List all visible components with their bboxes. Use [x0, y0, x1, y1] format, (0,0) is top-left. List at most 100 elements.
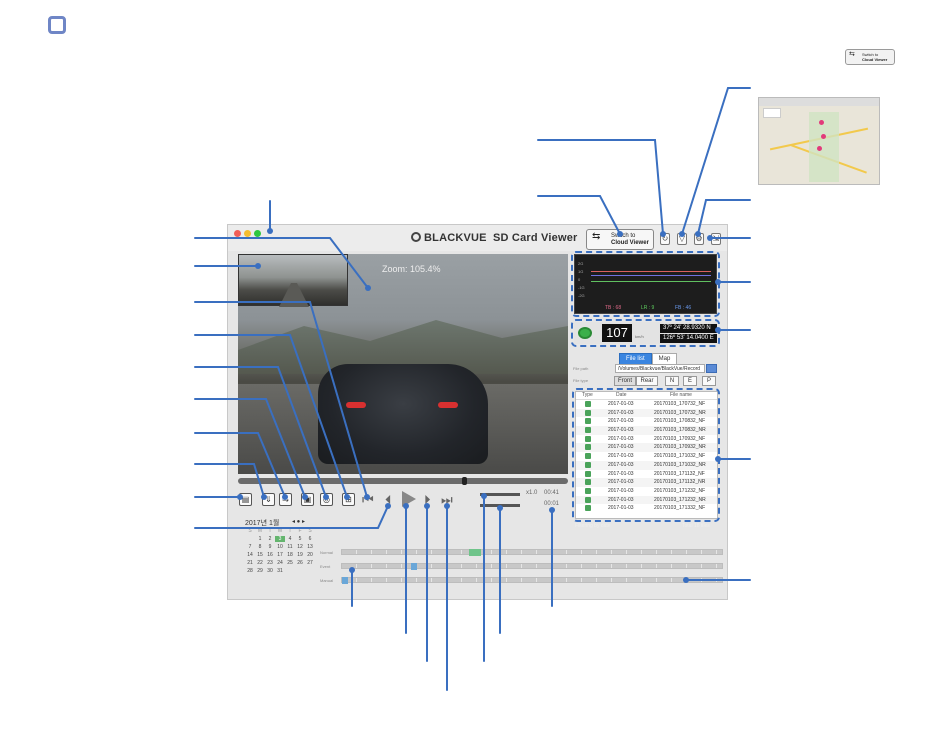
total-files-text: Total 18 files — [682, 523, 710, 529]
calendar-day — [245, 536, 255, 542]
volume-slider[interactable] — [480, 504, 520, 507]
calendar-day[interactable]: 11 — [285, 544, 295, 550]
sd-card-viewer-window: BLACKVUE SD Card Viewer ⇆ Switch to Clou… — [227, 224, 728, 600]
speed-value: x1.0 — [526, 490, 538, 496]
calendar-day[interactable]: 30 — [265, 568, 275, 574]
seek-bar[interactable] — [238, 478, 568, 484]
skip-forward-icon[interactable]: ⏭ — [441, 493, 453, 507]
calendar-day[interactable]: 10 — [275, 544, 285, 550]
timeline-selected-segment[interactable] — [469, 549, 481, 556]
calendar-day[interactable]: 3 — [275, 536, 285, 542]
calendar-weekday: M — [257, 528, 263, 534]
calendar-title: 2017년 1월 — [245, 520, 280, 527]
time-current: 00:41 — [544, 490, 560, 496]
calendar-day[interactable]: 5 — [295, 536, 305, 542]
switch-arrows-icon: ⇆ — [592, 231, 601, 242]
file-list-highlight — [572, 388, 720, 522]
calendar-day[interactable]: 13 — [305, 544, 315, 550]
calendar-day[interactable]: 20 — [305, 552, 315, 558]
filter-by-date-checkbox[interactable]: Filtering by date — [575, 523, 611, 529]
calendar-day[interactable]: 17 — [275, 552, 285, 558]
timeline-manual-marker[interactable] — [342, 577, 348, 584]
seek-handle[interactable] — [462, 477, 467, 485]
save-icon[interactable]: ⇓ — [262, 493, 275, 506]
calendar-day[interactable]: 8 — [255, 544, 265, 550]
calendar-day[interactable]: 31 — [275, 568, 285, 574]
refresh-icon[interactable]: ↻ — [660, 233, 670, 245]
calendar-day[interactable]: 14 — [245, 552, 255, 558]
calendar-day[interactable]: 29 — [255, 568, 265, 574]
print-icon[interactable]: ▣ — [301, 493, 314, 506]
calendar-nav[interactable]: ◂ ● ▸ — [292, 518, 305, 525]
calendar-day[interactable]: 1 — [255, 536, 265, 542]
calendar-day[interactable]: 24 — [275, 560, 285, 566]
capture-icon[interactable]: ◎ — [320, 493, 333, 506]
browse-folder-button[interactable] — [706, 364, 717, 373]
calendar-day[interactable]: 23 — [265, 560, 275, 566]
filter-event-button[interactable]: E — [683, 376, 697, 386]
calendar-day[interactable]: 6 — [305, 536, 315, 542]
calendar-day[interactable]: 2 — [265, 536, 275, 542]
speed-slider[interactable] — [480, 493, 520, 496]
picture-in-picture-view[interactable] — [238, 254, 348, 307]
filter-icon[interactable]: ▽ — [677, 233, 687, 245]
timeline-normal-row[interactable] — [341, 549, 723, 555]
calendar-day[interactable]: 22 — [255, 560, 265, 566]
minimize-window-icon[interactable] — [244, 230, 251, 237]
calendar-day[interactable]: 21 — [245, 560, 255, 566]
calendar-day[interactable]: 26 — [295, 560, 305, 566]
map-view-thumbnail — [758, 97, 880, 185]
calendar-day[interactable]: 28 — [245, 568, 255, 574]
file-type-label: File type — [573, 378, 589, 383]
calendar-day[interactable]: 27 — [305, 560, 315, 566]
video-frame-car — [318, 364, 488, 464]
calendar-grid[interactable]: S M T W T F S 1 2 3 4 5 6 7 8 9 10 11 12 13 14 15 16 17 18 19 20 21… — [245, 528, 315, 574]
map-pin-icon — [817, 146, 822, 151]
calendar-day[interactable]: 7 — [245, 544, 255, 550]
maximize-window-icon[interactable] — [254, 230, 261, 237]
filter-parking-button[interactable]: P — [702, 376, 716, 386]
calendar-weekday: F — [298, 528, 302, 534]
close-window-icon[interactable] — [234, 230, 241, 237]
timeline-playhead[interactable] — [411, 563, 417, 570]
calendar-weekday: S — [308, 528, 312, 534]
skip-back-icon[interactable]: ⏮ — [362, 493, 374, 507]
timeline-label-normal: Normal — [320, 550, 333, 555]
filter-rear-button[interactable]: Rear — [636, 376, 658, 386]
calendar-day[interactable]: 4 — [285, 536, 295, 542]
play-icon[interactable] — [402, 491, 416, 507]
previous-frame-icon[interactable]: ⏴ — [385, 493, 392, 507]
cloud-viewer-button[interactable]: ⇆ Switch to Cloud Viewer — [586, 229, 654, 250]
open-folder-icon[interactable]: ▤ — [239, 493, 252, 506]
brand-name: BLACKVUE — [424, 232, 487, 244]
flip-icon[interactable]: ⇋ — [279, 493, 292, 506]
switch-to-cloud-viewer-button[interactable]: ⇆ Switch to Cloud Viewer — [845, 49, 895, 65]
filter-normal-button[interactable]: N — [665, 376, 679, 386]
pip-road — [279, 283, 309, 307]
calendar-day[interactable]: 15 — [255, 552, 265, 558]
callout-line — [681, 87, 751, 235]
settings-icon[interactable]: ⚙ — [694, 233, 704, 245]
export-icon[interactable]: ⇲ — [711, 233, 721, 245]
calendar-day[interactable]: 9 — [265, 544, 275, 550]
map-toolbar — [759, 98, 879, 106]
switch-label-line2: Cloud Viewer — [862, 57, 888, 62]
multi-view-icon[interactable]: ⊞ — [342, 493, 355, 506]
map-sidebar — [763, 108, 781, 118]
calendar-day[interactable]: 12 — [295, 544, 305, 550]
calendar-day[interactable]: 19 — [295, 552, 305, 558]
video-frame-taillight — [346, 402, 366, 408]
timeline-event-row[interactable] — [341, 563, 723, 569]
callout-line — [537, 139, 664, 235]
calendar-day[interactable]: 18 — [285, 552, 295, 558]
next-frame-icon[interactable]: ⏵ — [424, 493, 431, 507]
calendar-day[interactable]: 16 — [265, 552, 275, 558]
timeline-manual-row[interactable] — [341, 577, 723, 583]
timeline-label-manual: Manual — [320, 578, 334, 583]
filter-front-button[interactable]: Front — [614, 376, 636, 386]
file-path-field[interactable]: /Volumes/Blackvue/BlackVue/Record — [615, 364, 705, 373]
calendar-weekday: S — [248, 528, 252, 534]
cloud-button-line1: Switch to — [611, 233, 636, 239]
app-brand: BLACKVUE SD Card Viewer — [411, 232, 578, 244]
calendar-day[interactable]: 25 — [285, 560, 295, 566]
